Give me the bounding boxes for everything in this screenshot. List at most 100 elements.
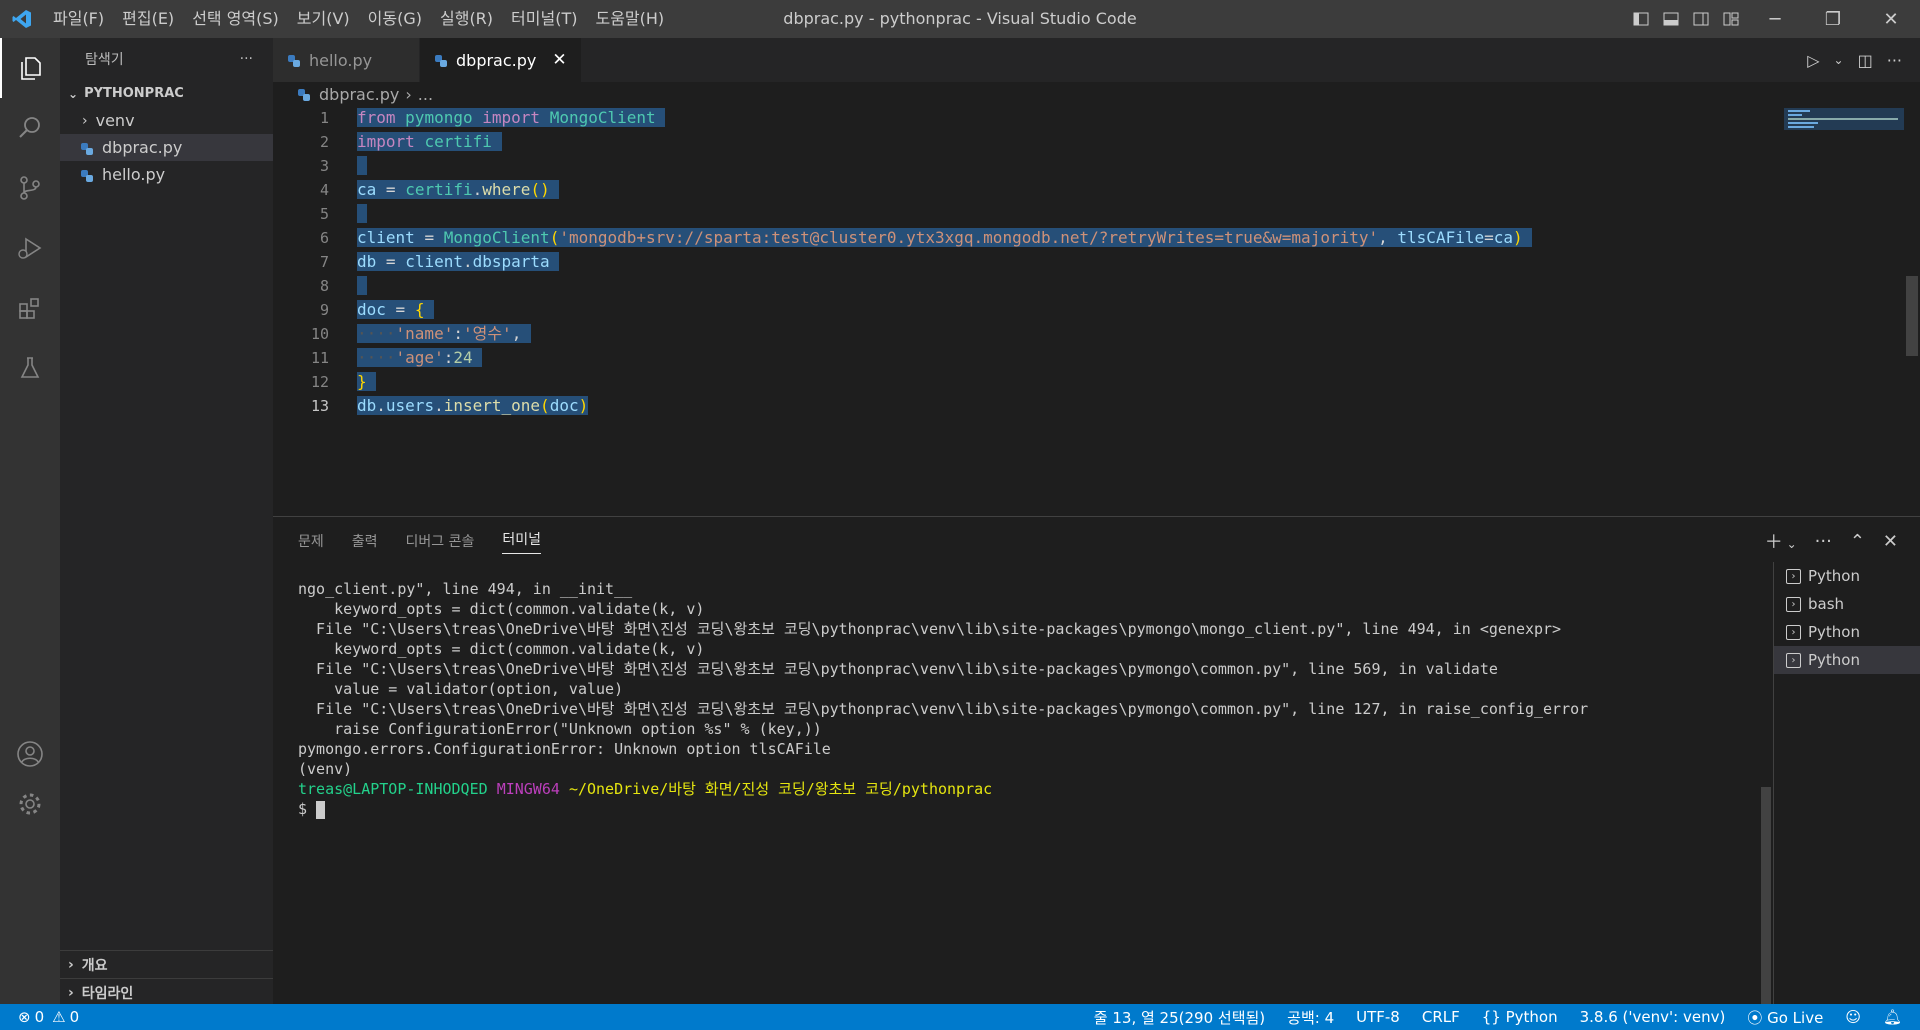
line-number: 5 [319, 205, 329, 223]
warning-count: 0 [69, 1008, 80, 1026]
folder-root-pythonprac[interactable]: ⌄ PYTHONPRAC [60, 80, 273, 107]
run-python-file-icon[interactable]: ▷ [1807, 51, 1819, 70]
menu-view[interactable]: 보기(V) [288, 0, 359, 38]
error-count: 0 [34, 1008, 45, 1026]
menu-run[interactable]: 실행(R) [431, 0, 502, 38]
terminal-scrollbar[interactable] [1761, 787, 1771, 1005]
terminal-line: File "C:\Users\treas\OneDrive\바탕 화면\진성 코… [298, 660, 1498, 678]
more-actions-icon[interactable]: ··· [1815, 531, 1832, 552]
outline-section[interactable]: › 개요 [60, 950, 273, 978]
terminal-icon: › [1786, 652, 1801, 668]
explorer-icon[interactable] [0, 38, 60, 98]
line-number: 2 [319, 133, 329, 151]
tab-hello-py[interactable]: hello.py [273, 38, 420, 82]
chevron-down-icon[interactable]: ⌄ [1834, 53, 1844, 67]
terminal-item-python-1[interactable]: › Python [1774, 562, 1920, 590]
more-actions-icon[interactable]: ··· [1887, 51, 1902, 70]
chevron-right-icon: › [82, 112, 88, 129]
tab-output[interactable]: 출력 [352, 531, 378, 551]
line-number: 10 [310, 325, 329, 343]
timeline-section[interactable]: › 타임라인 [60, 978, 273, 1006]
menu-terminal[interactable]: 터미널(T) [502, 0, 586, 38]
end-of-line[interactable]: CRLF [1422, 1008, 1460, 1026]
indentation[interactable]: 공백: 4 [1287, 1007, 1334, 1028]
code-line: ca = certifi.where() [357, 178, 560, 202]
terminal-input-line[interactable]: $ [298, 799, 1588, 819]
close-tab-icon[interactable]: ✕ [552, 50, 566, 70]
testing-flask-icon[interactable] [0, 338, 60, 398]
python-file-icon [80, 141, 94, 155]
toggle-panel-icon[interactable] [1656, 0, 1686, 38]
toggle-sidebar-icon[interactable] [1626, 0, 1656, 38]
run-debug-icon[interactable] [0, 218, 60, 278]
cursor-position[interactable]: 줄 13, 열 25(290 선택됨) [1094, 1007, 1265, 1028]
minimap[interactable] [1784, 106, 1904, 146]
maximize-icon[interactable]: ❐ [1804, 0, 1862, 38]
source-control-icon[interactable] [0, 158, 60, 218]
line-number: 7 [319, 253, 329, 271]
more-actions-icon[interactable]: ··· [240, 51, 253, 67]
error-icon: ⊗ [18, 1008, 31, 1026]
menu-file[interactable]: 파일(F) [44, 0, 113, 38]
close-window-icon[interactable]: ✕ [1862, 0, 1920, 38]
editor-scrollbar[interactable] [1904, 106, 1920, 516]
line-number: 9 [319, 301, 329, 319]
terminal-cursor [316, 800, 326, 819]
explorer-title: 탐색기 [85, 52, 124, 68]
tab-problems[interactable]: 문제 [298, 531, 324, 551]
code-line [357, 274, 367, 298]
breadcrumb-separator: › [405, 84, 412, 104]
terminal-item-python-2[interactable]: › Python [1774, 618, 1920, 646]
chevron-right-icon: › [68, 984, 74, 1001]
terminal-output[interactable]: ngo_client.py", line 494, in __init__ ke… [298, 579, 1588, 819]
breadcrumb-file[interactable]: dbprac.py [319, 85, 399, 104]
settings-gear-icon[interactable] [0, 774, 60, 834]
broadcast-icon: ⦿ [1747, 1008, 1763, 1027]
tab-debug-console[interactable]: 디버그 콘솔 [406, 531, 475, 551]
problems-indicator[interactable]: ⊗ 0 ⚠ 0 [0, 1008, 79, 1026]
activity-bar [0, 38, 60, 1004]
code-editor[interactable]: 1 2 3 4 5 6 7 8 9 10 11 12 13 from pymon… [273, 106, 1920, 516]
terminal-line: keyword_opts = dict(common.validate(k, v… [298, 640, 705, 658]
menu-go[interactable]: 이동(G) [359, 0, 431, 38]
python-file-icon [434, 53, 448, 67]
prompt-path: ~/OneDrive/바탕 화면/진성 코딩/왕초보 코딩/pythonprac [568, 780, 993, 798]
breadcrumb-symbols[interactable]: ... [418, 85, 433, 104]
extensions-icon[interactable] [0, 278, 60, 338]
prompt-user: treas@LAPTOP-INHODQED [298, 780, 488, 798]
customize-layout-icon[interactable] [1716, 0, 1746, 38]
terminal-item-python-3[interactable]: › Python [1774, 646, 1920, 674]
tree-item-hello[interactable]: hello.py [60, 161, 273, 188]
split-editor-icon[interactable]: ◫ [1858, 51, 1873, 70]
toggle-secondary-sidebar-icon[interactable] [1686, 0, 1716, 38]
line-number: 8 [319, 277, 329, 295]
language-mode[interactable]: {} Python [1482, 1008, 1558, 1026]
menu-bar: 파일(F) 편집(E) 선택 영역(S) 보기(V) 이동(G) 실행(R) 터… [44, 0, 673, 38]
tab-dbprac-py[interactable]: dbprac.py ✕ [420, 38, 582, 82]
title-bar: 파일(F) 편집(E) 선택 영역(S) 보기(V) 이동(G) 실행(R) 터… [0, 0, 1920, 38]
tab-terminal[interactable]: 터미널 [502, 529, 542, 554]
tree-item-venv[interactable]: › venv [60, 107, 273, 134]
python-file-icon [287, 53, 301, 67]
search-icon[interactable] [0, 98, 60, 158]
maximize-panel-icon[interactable]: ⌃ [1850, 531, 1865, 552]
terminal-item-bash[interactable]: › bash [1774, 590, 1920, 618]
menu-selection[interactable]: 선택 영역(S) [183, 0, 288, 38]
vscode-logo-icon [0, 0, 44, 38]
code-line: ····'age':24 [357, 346, 483, 370]
tree-item-dbprac[interactable]: dbprac.py [60, 134, 273, 161]
python-interpreter[interactable]: 3.8.6 ('venv': venv) [1580, 1008, 1726, 1026]
close-panel-icon[interactable]: ✕ [1883, 531, 1898, 552]
code-line: } [357, 370, 377, 394]
minimize-icon[interactable]: ─ [1746, 0, 1804, 38]
encoding[interactable]: UTF-8 [1356, 1008, 1400, 1026]
notifications-bell-icon[interactable]: 🔔︎ [1883, 1008, 1902, 1026]
terminal-icon: › [1786, 624, 1801, 640]
go-live-button[interactable]: ⦿ Go Live [1747, 1007, 1823, 1028]
code-line: ····'name':'영수', [357, 322, 531, 346]
feedback-icon[interactable]: ☺ [1845, 1008, 1861, 1026]
menu-help[interactable]: 도움말(H) [586, 0, 673, 38]
breadcrumb: dbprac.py › ... [273, 82, 1797, 106]
new-terminal-icon[interactable]: ＋ ⌄ [1765, 528, 1797, 554]
menu-edit[interactable]: 편집(E) [113, 0, 183, 38]
